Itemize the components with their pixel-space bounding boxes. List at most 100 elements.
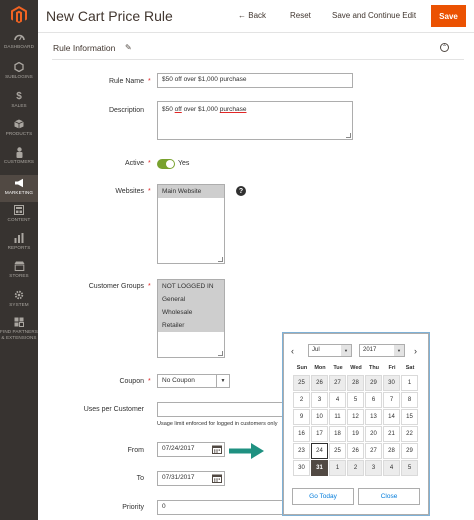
calendar-day[interactable]: 10 (311, 409, 328, 425)
calendar-day[interactable]: 7 (383, 392, 400, 408)
callout-arrow-icon (229, 443, 264, 459)
description-textarea[interactable]: $50 off over $1,000 purchase (157, 101, 353, 140)
resize-handle[interactable] (346, 133, 351, 138)
sidebar-item-products[interactable]: PRODUCTS (0, 119, 38, 137)
weekday-label: Fri (388, 365, 396, 371)
month-select-value: Jul (312, 347, 320, 353)
calendar-day[interactable]: 22 (401, 426, 418, 442)
calendar-day[interactable]: 29 (365, 375, 382, 391)
collapse-icon[interactable]: ⌃ (440, 43, 449, 52)
calendar-day[interactable]: 15 (401, 409, 418, 425)
calendar-day[interactable]: 19 (347, 426, 364, 442)
calendar-day[interactable]: 14 (383, 409, 400, 425)
to-date-input[interactable]: 07/31/2017 (157, 471, 225, 486)
calendar-day[interactable]: 23 (293, 443, 310, 459)
calendar-day[interactable]: 26 (347, 443, 364, 459)
calendar-day[interactable]: 20 (365, 426, 382, 442)
from-date-input[interactable]: 07/24/2017 (157, 442, 225, 457)
calendar-day[interactable]: 4 (329, 392, 346, 408)
websites-multiselect[interactable]: Main Website (157, 184, 225, 264)
rule-name-input[interactable]: $50 off over $1,000 purchase (157, 73, 353, 88)
calendar-day[interactable]: 8 (401, 392, 418, 408)
calendar-day[interactable]: 5 (347, 392, 364, 408)
calendar-day[interactable]: 28 (347, 375, 364, 391)
required-marker: * (148, 188, 151, 195)
sidebar-item-content[interactable]: CONTENT (0, 205, 38, 223)
back-button[interactable]: ← Back (238, 11, 266, 20)
calendar-icon[interactable] (212, 445, 222, 454)
calendar-day[interactable]: 13 (365, 409, 382, 425)
calendar-day[interactable]: 30 (383, 375, 400, 391)
calendar-day[interactable]: 4 (383, 460, 400, 476)
calendar-day[interactable]: 9 (293, 409, 310, 425)
description-label: Description (108, 107, 144, 114)
customer-groups-multiselect[interactable]: NOT LOGGED IN General Wholesale Retailer (157, 279, 225, 358)
sidebar-item-sales[interactable]: $ SALES (0, 91, 38, 109)
calendar-day[interactable]: 29 (401, 443, 418, 459)
pencil-icon[interactable]: ✎ (125, 43, 132, 52)
sidebar-item-label: FIND PARTNERS & EXTENSIONS (0, 329, 38, 340)
customer-group-option[interactable]: General (158, 293, 224, 306)
go-today-button[interactable]: Go Today (292, 488, 354, 505)
description-text: off (174, 106, 182, 113)
prev-month-icon[interactable]: ‹ (291, 346, 294, 356)
description-text: purchase (219, 106, 247, 113)
sidebar-item-extensions[interactable]: FIND PARTNERS & EXTENSIONS (0, 317, 38, 340)
calendar-day[interactable]: 25 (329, 443, 346, 459)
coupon-select[interactable]: No Coupon ▼ (157, 374, 230, 388)
calendar-icon[interactable] (212, 474, 222, 483)
calendar-day[interactable]: 11 (329, 409, 346, 425)
sidebar-item-sublogins[interactable]: SUBLOGINS (0, 62, 38, 80)
calendar-day[interactable]: 27 (365, 443, 382, 459)
calendar-day[interactable]: 3 (365, 460, 382, 476)
resize-handle[interactable] (218, 257, 223, 262)
priority-input[interactable]: 0 (157, 500, 287, 515)
calendar-day[interactable]: 5 (401, 460, 418, 476)
calendar-day[interactable]: 17 (311, 426, 328, 442)
close-button[interactable]: Close (358, 488, 420, 505)
websites-option[interactable]: Main Website (158, 185, 224, 198)
customer-group-option[interactable]: Retailer (158, 319, 224, 332)
calendar-day[interactable]: 6 (365, 392, 382, 408)
save-button[interactable]: Save (431, 5, 466, 27)
magento-logo[interactable] (0, 0, 38, 30)
calendar-day[interactable]: 27 (329, 375, 346, 391)
next-month-icon[interactable]: › (414, 346, 417, 356)
customer-group-option[interactable]: NOT LOGGED IN (158, 280, 224, 293)
extensions-icon (13, 317, 25, 327)
logo-icon (11, 6, 27, 24)
year-select[interactable]: 2017 ▼ (359, 344, 405, 357)
calendar-day[interactable]: 12 (347, 409, 364, 425)
save-and-continue-button[interactable]: Save and Continue Edit (332, 11, 416, 20)
sidebar-item-stores[interactable]: STORES (0, 261, 38, 279)
calendar-day[interactable]: 25 (293, 375, 310, 391)
sidebar-item-label: DASHBOARD (4, 44, 34, 49)
calendar-day[interactable]: 31 (311, 460, 328, 476)
sidebar-item-system[interactable]: SYSTEM (0, 290, 38, 308)
sidebar-item-reports[interactable]: REPORTS (0, 233, 38, 251)
sidebar-item-label: SYSTEM (9, 302, 29, 307)
calendar-day[interactable]: 18 (329, 426, 346, 442)
layout-icon (13, 205, 25, 215)
customer-group-option[interactable]: Wholesale (158, 306, 224, 319)
calendar-day[interactable]: 26 (311, 375, 328, 391)
calendar-day[interactable]: 24 (311, 443, 328, 459)
calendar-day[interactable]: 3 (311, 392, 328, 408)
calendar-day[interactable]: 30 (293, 460, 310, 476)
reset-button[interactable]: Reset (290, 11, 311, 20)
month-select[interactable]: Jul ▼ (308, 344, 352, 357)
sidebar-item-dashboard[interactable]: DASHBOARD (0, 32, 38, 50)
calendar-day[interactable]: 28 (383, 443, 400, 459)
help-icon[interactable]: ? (236, 186, 246, 196)
gear-icon (13, 290, 25, 300)
resize-handle[interactable] (218, 351, 223, 356)
calendar-day[interactable]: 2 (347, 460, 364, 476)
calendar-day[interactable]: 16 (293, 426, 310, 442)
calendar-day[interactable]: 2 (293, 392, 310, 408)
calendar-day[interactable]: 21 (383, 426, 400, 442)
uses-per-customer-input[interactable] (157, 402, 287, 417)
active-toggle[interactable] (157, 159, 175, 169)
calendar-day[interactable]: 1 (401, 375, 418, 391)
from-label: From (127, 447, 144, 454)
calendar-day[interactable]: 1 (329, 460, 346, 476)
